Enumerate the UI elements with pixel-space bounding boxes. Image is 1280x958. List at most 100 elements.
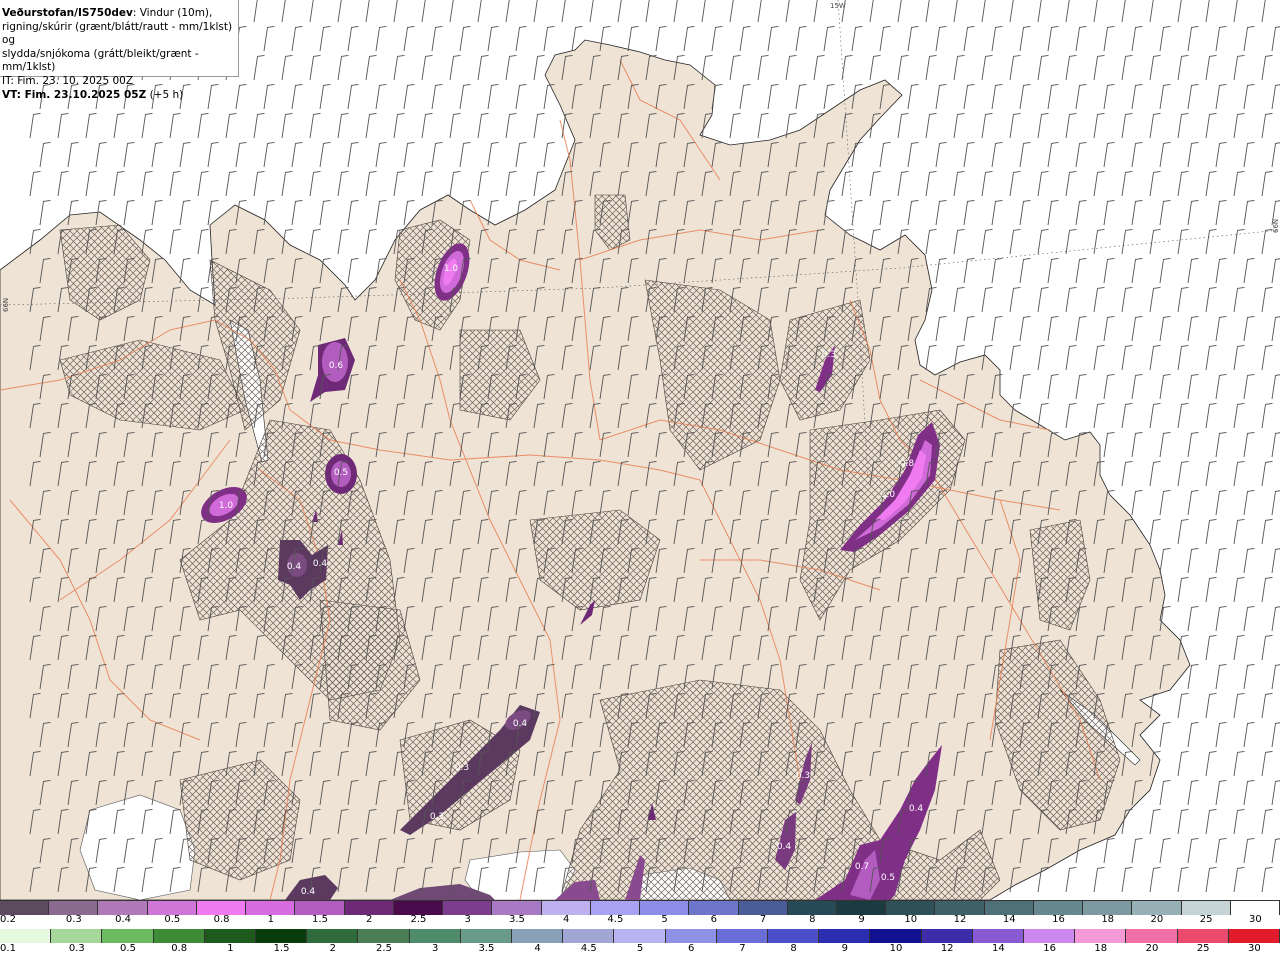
graticule-label-lat-right: 66N [1272, 219, 1280, 233]
scale-swatch [614, 929, 666, 943]
rain-color-scale [0, 929, 1280, 943]
scale-label: 2.5 [410, 914, 427, 925]
scale-label: 8 [809, 914, 816, 925]
scale-label: 30 [1248, 943, 1261, 954]
scale-label: 1 [267, 914, 274, 925]
scale-swatch [886, 901, 936, 915]
scale-label: 12 [953, 914, 967, 925]
precip-contour-label: 0.4 [513, 719, 528, 729]
precip-contour-label: 0.5 [334, 468, 348, 478]
scale-label: 8 [790, 943, 797, 954]
scale-swatch [768, 929, 820, 943]
scale-label: 7 [739, 943, 746, 954]
scale-swatch [153, 929, 205, 943]
scale-label: 1 [227, 943, 234, 954]
valid-time: VT: Fim. 23.10.2025 05Z [2, 88, 147, 101]
scale-swatch [51, 929, 103, 943]
scale-swatch [393, 901, 444, 915]
scale-label: 0.5 [164, 914, 181, 925]
scale-label: 0.2 [0, 914, 16, 925]
scale-swatch [98, 901, 148, 915]
scale-swatch [307, 929, 359, 943]
scale-swatch [196, 901, 247, 915]
precip-contour-label: 0.4 [777, 842, 792, 852]
scale-label: 1.5 [273, 943, 290, 954]
scale-label: 18 [1094, 943, 1108, 954]
scale-swatch [1083, 901, 1133, 915]
precip-contour-label: 0.6 [329, 361, 344, 371]
scale-swatch [1132, 901, 1182, 915]
scale-swatch [256, 929, 308, 943]
precip-contour-label: 0.4 [301, 887, 316, 897]
scale-swatch [492, 901, 542, 915]
scale-label: 2.5 [376, 943, 392, 954]
precip-contour-label: 0.3 [822, 350, 836, 360]
scale-swatch [1230, 901, 1280, 915]
scale-label: 0.3 [65, 914, 82, 925]
scale-label: 25 [1196, 943, 1210, 954]
scale-label: 0.4 [115, 914, 132, 925]
header-line-4: IT: Fim. 23. 10. 2025 00Z [2, 74, 134, 87]
precip-contour-label: 0.3 [796, 771, 810, 781]
scale-swatch [344, 901, 394, 915]
scale-label: 0.1 [0, 943, 16, 954]
scale-label: 9 [841, 943, 848, 954]
scale-label: 4 [534, 943, 541, 954]
precip-contour-label: 1.0 [444, 264, 459, 274]
precip-contour-label: 1.0 [881, 490, 896, 500]
scale-label: 5 [661, 914, 668, 925]
scale-swatch [640, 901, 690, 915]
scale-swatch [972, 929, 1025, 943]
scale-swatch [512, 929, 564, 943]
scale-swatch [49, 901, 99, 915]
scale-swatch [984, 901, 1034, 915]
scale-label: 20 [1145, 943, 1159, 954]
scale-swatch [409, 929, 461, 943]
precip-contour-label: 0.8 [900, 459, 915, 469]
scale-label: 2 [366, 914, 373, 925]
scale-swatch [1181, 901, 1231, 915]
model-source: Veðurstofan/IS750dev [2, 7, 133, 19]
map-legend-header: Veðurstofan/IS750dev: Vindur (10m), rign… [0, 0, 239, 101]
scale-swatch [787, 901, 837, 915]
scale-label: 16 [1043, 943, 1056, 954]
scale-swatch [460, 929, 513, 943]
scale-swatch [1228, 929, 1280, 943]
scale-swatch [358, 929, 410, 943]
scale-swatch [1024, 929, 1076, 943]
scale-label: 20 [1150, 914, 1164, 925]
scale-swatch [147, 901, 197, 915]
scale-label: 3.5 [478, 943, 495, 954]
scale-label: 6 [688, 943, 695, 954]
precip-contour-label: 0.4 [287, 562, 302, 572]
scale-swatch [935, 901, 985, 915]
scale-label: 25 [1199, 914, 1213, 925]
scale-swatch [870, 929, 922, 943]
scale-swatch [836, 901, 887, 915]
scale-swatch [1075, 929, 1127, 943]
scale-label: 1.5 [312, 914, 328, 925]
scale-swatch [204, 929, 257, 943]
scale-label: 0.5 [120, 943, 136, 954]
scale-label: 3.5 [508, 914, 525, 925]
scale-label: 3 [432, 943, 439, 954]
scale-label: 6 [710, 914, 718, 925]
graticule-label-lat-left: 66N [2, 298, 10, 312]
scale-label: 18 [1101, 914, 1115, 925]
header-line-2: rigning/skúrir (grænt/blátt/rautt - mm/1… [2, 20, 233, 47]
scale-swatch [665, 929, 717, 943]
scale-label: 4.5 [580, 943, 597, 954]
glacier [79, 794, 196, 900]
scale-label: 30 [1249, 914, 1262, 925]
snow-color-scale [0, 900, 1280, 915]
scale-swatch [563, 929, 615, 943]
scale-swatch [295, 901, 345, 915]
forecast-offset: (+5 h) [146, 88, 184, 101]
scale-swatch [0, 901, 50, 915]
scale-swatch [738, 901, 788, 915]
scale-label: 5 [636, 943, 644, 954]
scale-swatch [716, 929, 769, 943]
snow-scale-labels: 0.2 0.3 0.4 0.5 0.8 1 1.5 2 2.5 3 3.5 4 4.5 5 6 7 8 9 10 12… [0, 914, 1280, 928]
scale-label: 4 [562, 914, 570, 925]
scale-swatch [1126, 929, 1178, 943]
